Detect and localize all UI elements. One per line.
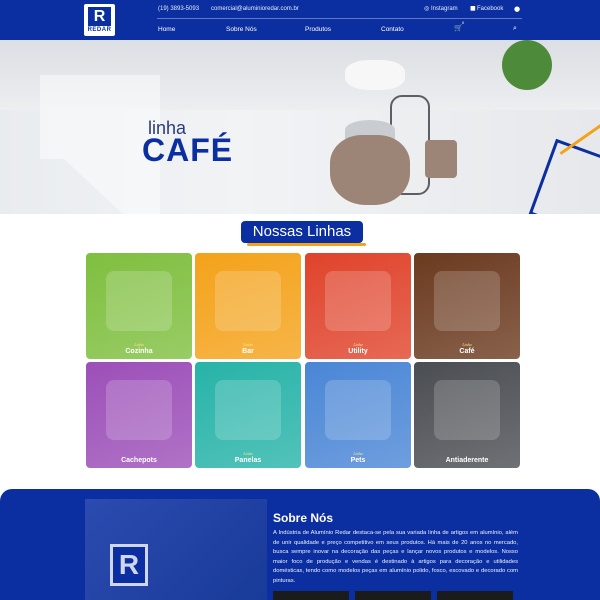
line-card-cafe[interactable]: Linha Café xyxy=(414,253,520,359)
instagram-icon: ◎ xyxy=(424,5,430,12)
email-link[interactable]: comercial@aluminioredar.com.br xyxy=(211,6,299,12)
line-small-word: Linha xyxy=(243,451,253,456)
line-card-utility[interactable]: Linha Utility xyxy=(305,253,411,359)
mug-image xyxy=(425,140,457,178)
about-thumbnail[interactable] xyxy=(437,591,513,600)
line-label: Cozinha xyxy=(125,348,153,355)
about-thumbnail[interactable] xyxy=(355,591,431,600)
line-small-word: Linha xyxy=(134,342,144,347)
line-card-antiaderente[interactable]: Antiaderente xyxy=(414,362,520,468)
line-label: Cachepots xyxy=(121,457,157,464)
about-title: Sobre Nós xyxy=(273,511,334,525)
hero-banner[interactable] xyxy=(0,40,600,214)
line-label: Café xyxy=(459,348,475,355)
line-label: Antiaderente xyxy=(445,457,489,464)
search-icon[interactable]: ⌕ xyxy=(513,24,517,33)
nav-home[interactable]: Home xyxy=(158,26,175,33)
line-product-image xyxy=(106,271,172,331)
cart-count: 0 xyxy=(462,20,465,25)
line-product-image xyxy=(325,380,391,440)
nav-contato[interactable]: Contato xyxy=(381,26,404,33)
about-text: A Indústria de Alumínio Redar destaca-se… xyxy=(273,530,518,584)
redar-logo[interactable]: R REDAR xyxy=(84,4,115,36)
section-title-linhas: Nossas Linhas xyxy=(241,221,366,246)
facebook-icon: ■ xyxy=(470,5,476,12)
header-divider xyxy=(157,18,522,19)
line-label: Utility xyxy=(348,348,368,355)
line-card-panelas[interactable]: Linha Panelas xyxy=(195,362,301,468)
line-label: Pets xyxy=(350,457,366,464)
nav-produtos[interactable]: Produtos xyxy=(305,26,331,33)
cart-icon[interactable]: 🛒 xyxy=(454,24,463,32)
line-product-image xyxy=(434,380,500,440)
site-header: R REDAR (19) 3893-5093 comercial@alumini… xyxy=(0,0,600,40)
plant-image xyxy=(502,40,552,90)
line-small-word: Linha xyxy=(462,342,472,347)
line-label: Panelas xyxy=(234,457,262,464)
line-small-word: Linha xyxy=(243,342,253,347)
line-card-cozinha[interactable]: Linha Cozinha xyxy=(86,253,192,359)
line-card-bar[interactable]: Linha Bar xyxy=(195,253,301,359)
logo-text: REDAR xyxy=(87,27,112,33)
facebook-link[interactable]: Facebook xyxy=(477,6,503,12)
user-icon[interactable]: ● xyxy=(514,5,520,13)
phone-link[interactable]: (19) 3893-5093 xyxy=(158,6,199,12)
line-card-cachepots[interactable]: Cachepots xyxy=(86,362,192,468)
logo-letter: R xyxy=(88,7,111,26)
line-small-word: Linha xyxy=(353,451,363,456)
about-photo: R xyxy=(85,499,267,600)
line-product-image xyxy=(215,380,281,440)
line-product-image xyxy=(434,271,500,331)
nav-sobre-nos[interactable]: Sobre Nós xyxy=(226,26,257,33)
about-photo-logo: R xyxy=(110,544,148,586)
hero-title-big: CAFÉ xyxy=(142,132,234,168)
coffee-filter-image xyxy=(345,60,405,90)
line-product-image xyxy=(106,380,172,440)
line-card-pets[interactable]: Linha Pets xyxy=(305,362,411,468)
line-product-image xyxy=(325,271,391,331)
line-product-image xyxy=(215,271,281,331)
kettle-image xyxy=(330,135,410,205)
line-label: Bar xyxy=(242,348,254,355)
about-thumbnail[interactable] xyxy=(273,591,349,600)
instagram-link[interactable]: Instagram xyxy=(431,6,458,12)
line-small-word: Linha xyxy=(353,342,363,347)
